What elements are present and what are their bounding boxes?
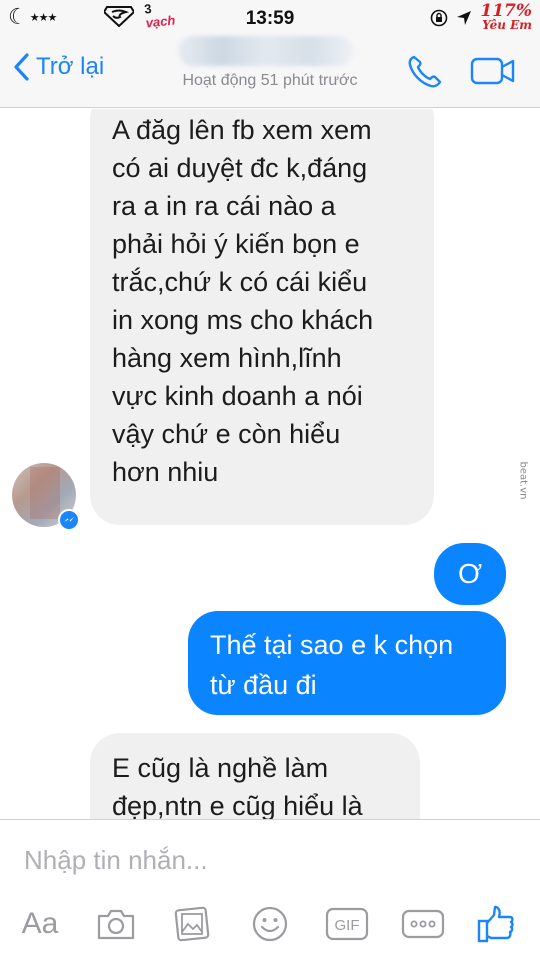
message-line: Ơ [457, 558, 482, 589]
outgoing-message[interactable]: Thế tại sao e k chọn từ đầu đi [188, 611, 506, 715]
text-format-button[interactable]: Aa [18, 902, 62, 946]
message-line: A đăg lên fb xem xem [112, 115, 372, 145]
location-arrow-icon [457, 11, 472, 25]
phone-call-button[interactable] [406, 54, 444, 90]
watermark: beat.vn [517, 461, 529, 500]
incoming-message[interactable]: A đăg lên fb xem xem có ai duyệt đc k,đá… [90, 109, 434, 525]
camera-icon [97, 909, 135, 940]
messenger-badge-icon [58, 509, 80, 531]
incoming-message[interactable]: E cũg là nghề làm đẹp,ntn e cũg hiểu là [90, 733, 420, 819]
message-line: có ai duyệt đc k,đáng [112, 153, 368, 183]
message-line: vực kinh doanh a nói [112, 381, 363, 411]
message-line: đẹp,ntn e cũg hiểu là [112, 791, 363, 819]
message-line: phải hỏi ý kiến bọn e [112, 229, 360, 259]
camera-button[interactable] [94, 902, 138, 946]
status-bar: ☾ ★★★ 3 vạch 13:59 117% Yêu Em [0, 0, 540, 36]
photo-icon [174, 906, 210, 942]
gif-icon: GIF [325, 907, 369, 941]
message-line: ra a in ra cái nào a [112, 191, 336, 221]
message-input[interactable] [24, 842, 514, 878]
back-button[interactable]: Trở lại [12, 52, 104, 82]
photo-button[interactable] [170, 902, 214, 946]
smiley-icon [252, 906, 288, 942]
contact-status: Hoạt động 51 phút trước [182, 72, 358, 89]
message-line: in xong ms cho khách [112, 305, 374, 335]
message-line: trắc,chứ k có cái kiểu [112, 267, 368, 297]
message-line: vậy chứ e còn hiểu [112, 419, 341, 449]
battery-indicator: 117% Yêu Em [480, 1, 532, 33]
video-call-button[interactable] [470, 56, 516, 86]
back-label: Trở lại [36, 53, 105, 80]
status-right: 117% Yêu Em [430, 1, 532, 33]
ellipsis-icon [401, 909, 445, 939]
message-line: từ đầu đi [210, 670, 317, 700]
message-line: hơn nhiu [112, 457, 219, 487]
sticker-button[interactable] [248, 902, 292, 946]
svg-text:GIF: GIF [335, 917, 360, 934]
gif-button[interactable]: GIF [324, 902, 370, 946]
orientation-lock-icon [431, 9, 448, 27]
composer-toolbar: Aa GIF [0, 902, 540, 950]
more-options-button[interactable] [400, 902, 446, 946]
message-line: E cũg là nghề làm [112, 753, 329, 783]
contact-name-redacted[interactable] [178, 36, 354, 66]
outgoing-message[interactable]: Ơ [434, 543, 506, 605]
message-line: Thế tại sao e k chọn [210, 630, 454, 660]
chevron-left-icon [14, 53, 29, 81]
thumbs-up-icon [477, 905, 514, 943]
like-button[interactable] [474, 902, 518, 946]
message-line: hàng xem hình,lĩnh [112, 343, 342, 373]
message-thread[interactable]: A đăg lên fb xem xem có ai duyệt đc k,đá… [0, 109, 540, 819]
chat-header: Trở lại Hoạt động 51 phút trước [0, 36, 540, 108]
message-composer: Aa GIF [0, 819, 540, 960]
